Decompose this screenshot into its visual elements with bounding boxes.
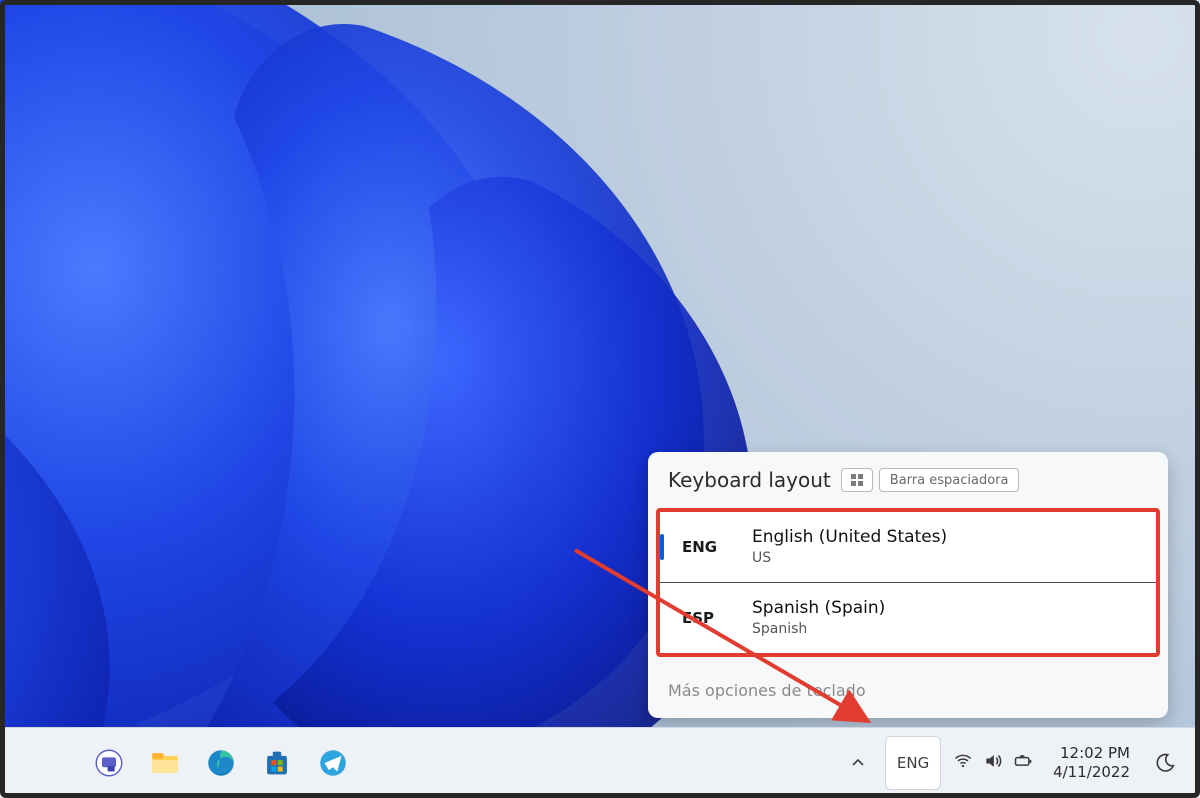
taskbar-clock[interactable]: 12:02 PM 4/11/2022: [1045, 737, 1138, 789]
keyboard-layout-list: ENG English (United States) US ESP Spani…: [656, 508, 1160, 657]
app-icon-microsoft-store[interactable]: [256, 742, 298, 784]
win-key-icon: [841, 468, 873, 492]
layout-subname: US: [752, 549, 947, 568]
clock-time: 12:02 PM: [1060, 744, 1130, 763]
language-indicator-button[interactable]: ENG: [885, 736, 941, 790]
tray-overflow-button[interactable]: [835, 737, 881, 789]
layout-code: ENG: [674, 538, 752, 556]
more-keyboard-options-link[interactable]: Más opciones de teclado: [648, 667, 1168, 718]
flyout-shortcut: Barra espaciadora: [841, 468, 1020, 492]
layout-name: English (United States): [752, 526, 947, 549]
app-icon-telegram[interactable]: [312, 742, 354, 784]
layout-name: Spanish (Spain): [752, 597, 885, 620]
focus-moon-icon[interactable]: [1142, 737, 1188, 789]
layout-code: ESP: [674, 609, 752, 627]
app-icon-file-explorer[interactable]: [144, 742, 186, 784]
wifi-icon: [953, 751, 973, 775]
language-code-label: ENG: [897, 754, 929, 772]
taskbar: ENG 12:02 PM 4/11/2022: [0, 727, 1200, 798]
app-icon-edge[interactable]: [200, 742, 242, 784]
layout-item-esp[interactable]: ESP Spanish (Spain) Spanish: [660, 582, 1156, 653]
quick-settings-button[interactable]: [945, 737, 1041, 789]
battery-icon: [1013, 751, 1033, 775]
volume-icon: [983, 751, 1003, 775]
keyboard-layout-flyout: Keyboard layout Barra espaciadora ENG En…: [648, 452, 1168, 718]
clock-date: 4/11/2022: [1053, 763, 1130, 782]
layout-subname: Spanish: [752, 620, 885, 639]
app-icon-chat[interactable]: [88, 742, 130, 784]
taskbar-pinned-apps: [0, 742, 354, 784]
spacebar-key-label: Barra espaciadora: [879, 468, 1020, 492]
layout-item-eng[interactable]: ENG English (United States) US: [660, 512, 1156, 582]
flyout-title: Keyboard layout: [668, 468, 831, 492]
taskbar-system-tray: ENG 12:02 PM 4/11/2022: [835, 728, 1200, 798]
flyout-header: Keyboard layout Barra espaciadora: [648, 452, 1168, 502]
